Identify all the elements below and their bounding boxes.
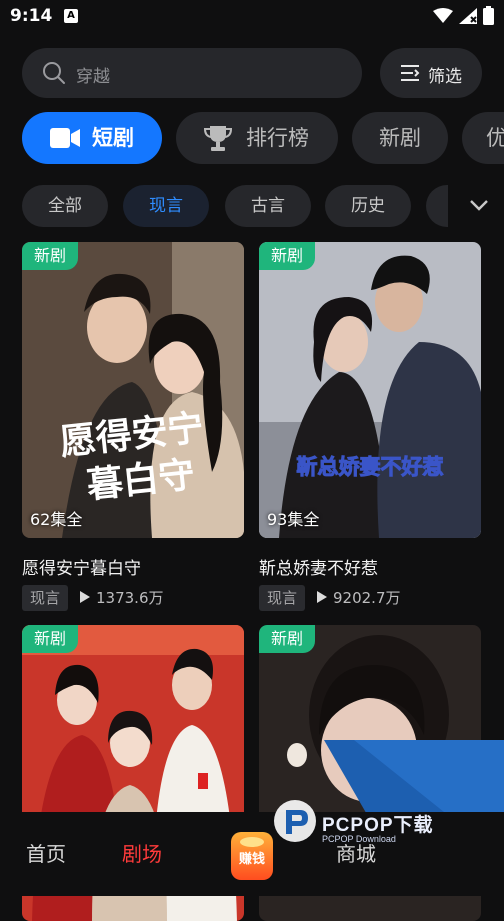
filter-label: 筛选: [428, 67, 462, 87]
genre-tag: 现言: [259, 585, 306, 611]
poster-image: 靳总娇妻不好惹 新剧 93集全: [259, 242, 481, 538]
search-placeholder: 穿越: [76, 67, 110, 87]
filter-button[interactable]: 筛选: [380, 48, 482, 98]
tab-new-drama[interactable]: 新剧: [352, 112, 448, 164]
tab-ranking[interactable]: 排行榜: [176, 112, 338, 164]
card-title[interactable]: 愿得安宁暮白守: [22, 554, 141, 579]
genre-tab-history[interactable]: 历史: [325, 185, 411, 227]
nav-earn-label: 赚钱: [238, 852, 265, 867]
play-count-value: 1373.6万: [96, 589, 164, 607]
status-icons: [433, 6, 494, 25]
play-count: 1373.6万: [80, 585, 164, 611]
search-icon: [43, 62, 65, 84]
trophy-icon: [204, 126, 232, 151]
pcpop-logo-icon: [274, 800, 316, 842]
poster-art: 靳总娇妻不好惹: [259, 242, 481, 538]
expand-genres-button[interactable]: [448, 185, 504, 227]
episode-count: 93集全: [267, 510, 320, 529]
genre-tab-ancient[interactable]: 古言: [225, 185, 311, 227]
watermark-subtitle: PCPOP Download: [322, 834, 396, 844]
play-icon: [80, 591, 90, 603]
main-tabs: 短剧 排行榜 新剧 优: [22, 112, 504, 164]
play-count-value: 9202.7万: [333, 589, 401, 607]
signal-icon: [459, 7, 477, 24]
episode-count: 62集全: [30, 510, 83, 529]
nav-home[interactable]: 首页: [26, 838, 66, 867]
video-camera-icon: [50, 128, 80, 148]
notification-icon: A: [64, 9, 78, 23]
poster-art: 愿得安宁 暮白守: [22, 242, 244, 538]
genre-tab-modern[interactable]: 现言: [123, 185, 209, 227]
tab-label: 新剧: [379, 126, 421, 150]
tab-label: 排行榜: [246, 126, 309, 150]
genre-tab-all[interactable]: 全部: [22, 185, 108, 227]
coin-bag-icon: [240, 837, 264, 847]
status-bar: 9:14 A: [0, 0, 504, 34]
search-input[interactable]: 穿越: [22, 48, 362, 98]
genre-tag: 现言: [22, 585, 69, 611]
tab-short-drama[interactable]: 短剧: [22, 112, 162, 164]
new-badge: 新剧: [22, 625, 79, 653]
new-badge: 新剧: [259, 242, 316, 270]
nav-theater[interactable]: 剧场: [122, 838, 162, 867]
play-count: 9202.7万: [317, 585, 401, 611]
play-icon: [317, 591, 327, 603]
new-badge: 新剧: [22, 242, 79, 270]
poster-image: 愿得安宁 暮白守 新剧 62集全: [22, 242, 244, 538]
status-time: 9:14: [10, 6, 53, 26]
new-badge: 新剧: [259, 625, 316, 653]
card-title[interactable]: 靳总娇妻不好惹: [259, 554, 378, 579]
genre-tabs: 全部 现言 古言 历史: [22, 185, 504, 229]
tab-label: 短剧: [92, 126, 134, 150]
chevron-down-icon: [470, 200, 488, 211]
watermark-title: PCPOP下载: [322, 815, 434, 836]
tab-label: 优: [486, 126, 504, 150]
search-row: 穿越 筛选: [22, 48, 482, 98]
wifi-icon: [433, 7, 453, 23]
filter-icon: [401, 65, 420, 81]
tab-more[interactable]: 优: [462, 112, 504, 164]
nav-earn-button[interactable]: 赚钱: [231, 832, 273, 880]
battery-icon: [483, 6, 494, 25]
svg-text:靳总娇妻不好惹: 靳总娇妻不好惹: [297, 455, 444, 479]
